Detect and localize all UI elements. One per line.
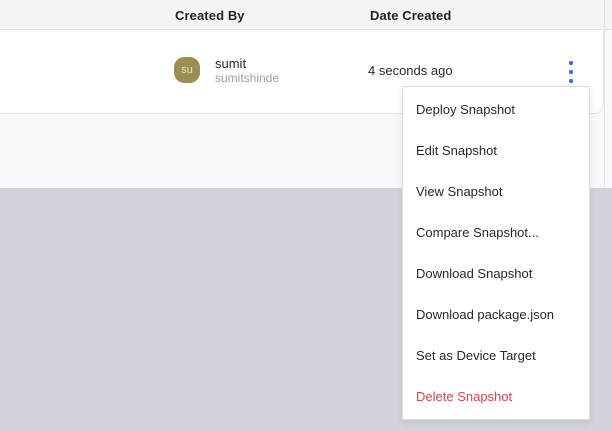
date-created-value: 4 seconds ago <box>368 63 453 78</box>
column-header-date-created[interactable]: Date Created <box>370 8 451 23</box>
panel-right-border <box>604 0 605 188</box>
kebab-dot <box>569 70 573 74</box>
avatar: su <box>174 57 200 83</box>
menu-item-download-package-json[interactable]: Download package.json <box>403 294 589 335</box>
menu-item-set-as-device-target[interactable]: Set as Device Target <box>403 335 589 376</box>
menu-item-deploy-snapshot[interactable]: Deploy Snapshot <box>403 89 589 130</box>
user-name: sumit <box>215 56 247 71</box>
column-header-created-by[interactable]: Created By <box>175 8 245 23</box>
snapshot-context-menu: Deploy Snapshot Edit Snapshot View Snaps… <box>402 86 590 420</box>
table-header: Created By Date Created <box>0 0 612 30</box>
user-username: sumitshinde <box>215 71 280 85</box>
menu-item-compare-snapshot[interactable]: Compare Snapshot... <box>403 212 589 253</box>
kebab-dot <box>569 79 573 83</box>
menu-item-download-snapshot[interactable]: Download Snapshot <box>403 253 589 294</box>
user-block: sumit sumitshinde <box>215 56 279 86</box>
kebab-dot <box>569 61 573 65</box>
menu-item-edit-snapshot[interactable]: Edit Snapshot <box>403 130 589 171</box>
menu-item-view-snapshot[interactable]: View Snapshot <box>403 171 589 212</box>
menu-item-delete-snapshot[interactable]: Delete Snapshot <box>403 376 589 417</box>
avatar-initials: su <box>181 64 193 76</box>
screen: Created By Date Created su sumit sumitsh… <box>0 0 612 431</box>
